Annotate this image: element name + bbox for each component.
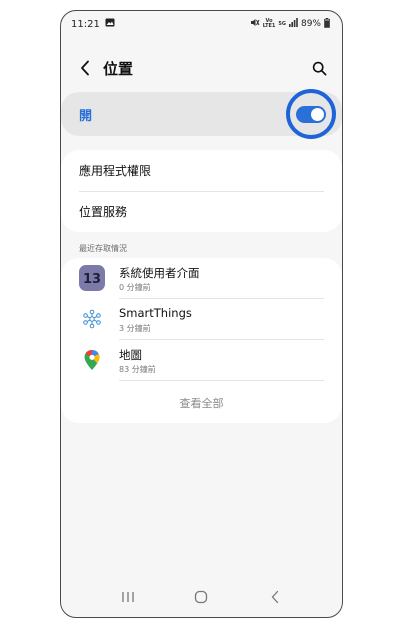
location-services-item[interactable]: 位置服務 (79, 191, 324, 232)
see-all-button[interactable]: 查看全部 (61, 395, 342, 411)
recent-item-maps[interactable]: 地圖 83 分鐘前 (61, 340, 342, 381)
master-switch-label: 開 (79, 109, 93, 124)
app-name: 地圖 (119, 348, 142, 362)
battery-icon (324, 17, 330, 31)
gallery-notification-icon (105, 18, 115, 30)
app-permissions-item[interactable]: 應用程式權限 (79, 150, 324, 191)
volte-bottom: LTE1 (262, 23, 276, 29)
recent-item-smartthings[interactable]: SmartThings 3 分鐘前 (61, 299, 342, 340)
permissions-card: 應用程式權限 位置服務 (61, 150, 342, 232)
location-toggle[interactable] (296, 105, 326, 123)
recent-apps-button[interactable] (113, 585, 143, 609)
mute-icon (250, 18, 260, 30)
search-button[interactable] (308, 57, 330, 79)
smartthings-icon (79, 306, 105, 332)
toggle-knob (311, 107, 324, 121)
battery-percent: 89% (300, 19, 321, 29)
volte-indicator: Vo LTE1 (263, 19, 276, 29)
search-icon (312, 61, 326, 75)
home-icon (195, 590, 208, 604)
highlight-ring (286, 89, 336, 139)
recent-access-header: 最近存取情況 (79, 244, 127, 253)
home-button[interactable] (186, 585, 216, 609)
item-divider (119, 380, 324, 381)
recent-apps-icon (122, 592, 134, 602)
app-time: 3 分鐘前 (119, 324, 151, 333)
app-time: 0 分鐘前 (119, 283, 151, 292)
app-bar: 位置 (61, 53, 342, 83)
location-services-label: 位置服務 (79, 205, 128, 219)
svg-text:13: 13 (83, 272, 101, 287)
nav-back-button[interactable] (260, 585, 290, 609)
maps-icon (79, 347, 105, 373)
status-right: Vo LTE1 5G 89% (250, 17, 330, 31)
network-type: 5G (278, 20, 286, 27)
phone-frame: 11:21 Vo LTE1 5G 89% 位置 開 應用程式權限 位置服務 最近… (60, 10, 343, 618)
page-title: 位置 (103, 60, 134, 78)
back-icon (271, 590, 279, 604)
location-master-switch-row[interactable]: 開 (61, 89, 342, 139)
system-ui-icon: 13 (79, 265, 105, 291)
back-button[interactable] (75, 57, 95, 79)
status-left: 11:21 (71, 18, 115, 30)
status-time: 11:21 (71, 18, 100, 30)
app-name: 系統使用者介面 (119, 266, 200, 280)
chevron-left-icon (81, 60, 89, 76)
recent-item-system-ui[interactable]: 13 系統使用者介面 0 分鐘前 (61, 258, 342, 299)
app-permissions-label: 應用程式權限 (79, 164, 152, 178)
recent-access-card: 13 系統使用者介面 0 分鐘前 SmartThings 3 分鐘前 地圖 83… (61, 258, 342, 423)
app-time: 83 分鐘前 (119, 365, 156, 374)
signal-icon (288, 18, 298, 30)
navigation-bar (61, 577, 342, 617)
app-name: SmartThings (119, 306, 192, 320)
status-bar: 11:21 Vo LTE1 5G 89% (61, 11, 342, 37)
